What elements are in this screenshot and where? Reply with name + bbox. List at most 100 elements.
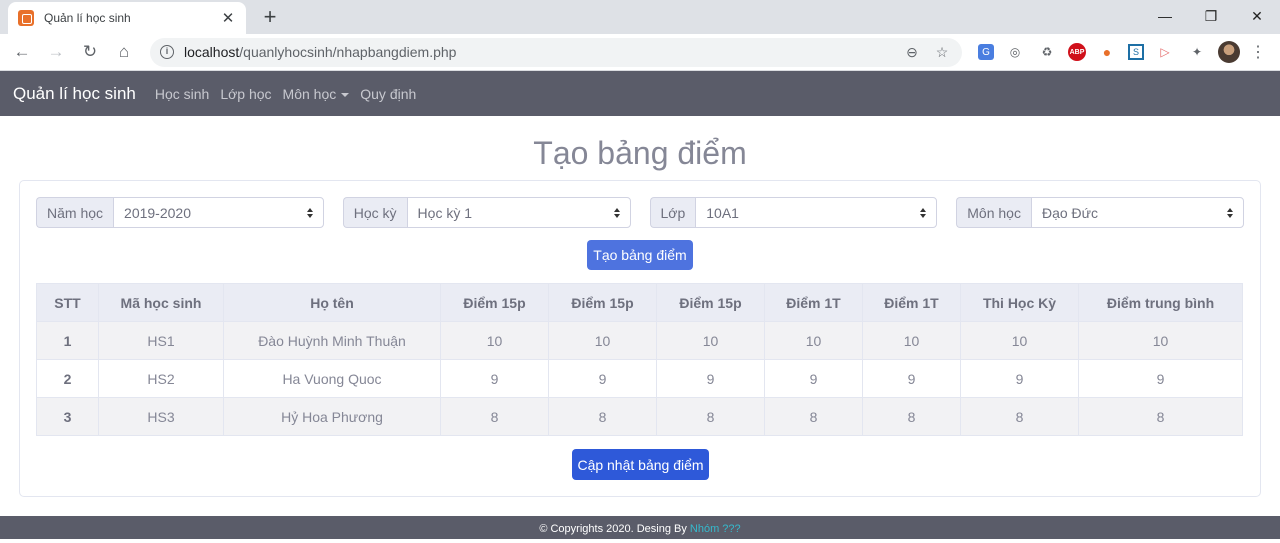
bookmark-star-icon[interactable]: ☆ <box>932 44 952 61</box>
score-card: Năm học 2019-2020 Học kỳ Học kỳ 1 Lớp 10… <box>19 180 1261 497</box>
cell-average: 9 <box>1078 359 1243 398</box>
tab-close-icon[interactable]: ✕ <box>220 9 236 27</box>
school-year-select[interactable]: 2019-2020 <box>113 197 324 228</box>
cell-score[interactable]: 8 <box>764 397 863 436</box>
tab-title: Quản lí học sinh <box>44 11 131 25</box>
col-header: STT <box>36 283 99 322</box>
back-icon[interactable]: ← <box>6 36 38 68</box>
cell-score[interactable]: 10 <box>440 321 549 360</box>
semester-select[interactable]: Học kỳ 1 <box>406 197 631 228</box>
navbar-brand[interactable]: Quản lí học sinh <box>13 84 136 104</box>
site-favicon-icon <box>18 10 34 26</box>
cell-student-id: HS1 <box>98 321 224 360</box>
col-header: Họ tên <box>223 283 441 322</box>
profile-avatar[interactable] <box>1218 41 1240 63</box>
restore-icon[interactable]: ❐ <box>1188 0 1234 32</box>
cell-stt: 1 <box>36 321 99 360</box>
table-row: 2 HS2 Ha Vuong Quoc 9 9 9 9 9 9 9 <box>36 359 1243 398</box>
hide-eye-extension-icon[interactable]: ◎ <box>1004 41 1026 63</box>
nav-link-subjects-dropdown[interactable]: Môn học <box>283 86 350 102</box>
create-scoresheet-button[interactable]: Tạo bảng điểm <box>587 240 693 270</box>
chevron-down-icon <box>341 92 350 97</box>
footer-team-link[interactable]: Nhóm ??? <box>690 523 741 535</box>
col-header: Điểm 15p <box>440 283 549 322</box>
cell-score[interactable]: 9 <box>656 359 765 398</box>
col-header: Điểm 1T <box>862 283 961 322</box>
home-icon[interactable]: ⌂ <box>108 36 140 68</box>
cell-score[interactable]: 10 <box>862 321 961 360</box>
square-extension-icon[interactable]: S <box>1128 44 1144 60</box>
fire-extension-icon[interactable]: ● <box>1096 41 1118 63</box>
address-bar[interactable]: i localhost/quanlyhocsinh/nhapbangdiem.p… <box>150 37 962 67</box>
cell-stt: 3 <box>36 397 99 436</box>
cell-score[interactable]: 10 <box>548 321 657 360</box>
subject-select[interactable]: Đạo Đức <box>1030 197 1244 228</box>
cell-score[interactable]: 8 <box>960 397 1079 436</box>
minimize-icon[interactable]: — <box>1142 0 1188 32</box>
browser-toolbar: ← → ↻ ⌂ i localhost/quanlyhocsinh/nhapba… <box>0 34 1280 71</box>
new-tab-icon[interactable]: + <box>258 4 282 30</box>
cell-student-id: HS2 <box>98 359 224 398</box>
filter-row: Năm học 2019-2020 Học kỳ Học kỳ 1 Lớp 10… <box>36 197 1244 228</box>
table-row: 3 HS3 Hỷ Hoa Phương 8 8 8 8 8 8 8 <box>36 397 1243 436</box>
footer-copyright: © Copyrights 2020. Desing By <box>539 523 690 535</box>
zoom-icon[interactable]: ⊖ <box>902 44 922 61</box>
nav-link-students[interactable]: Học sinh <box>155 86 209 102</box>
col-header: Thi Học Kỳ <box>960 283 1079 322</box>
browser-tab[interactable]: Quản lí học sinh ✕ <box>8 2 246 34</box>
select-arrows-icon <box>613 207 620 218</box>
school-year-label: Năm học <box>36 197 114 228</box>
cell-score[interactable]: 8 <box>862 397 961 436</box>
page-title: Tạo bảng điểm <box>533 135 747 171</box>
nav-link-classes[interactable]: Lớp học <box>220 86 271 102</box>
cell-name: Hỷ Hoa Phương <box>223 397 441 436</box>
cell-average: 8 <box>1078 397 1243 436</box>
col-header: Điểm 1T <box>764 283 863 322</box>
info-icon[interactable]: i <box>160 45 174 59</box>
class-select[interactable]: 10A1 <box>695 197 938 228</box>
col-header: Mã học sinh <box>98 283 224 322</box>
cell-score[interactable]: 10 <box>764 321 863 360</box>
window-controls: — ❐ ✕ <box>1142 0 1280 32</box>
school-year-group: Năm học 2019-2020 <box>36 197 324 228</box>
cell-name: Đào Huỳnh Minh Thuận <box>223 321 441 360</box>
select-arrows-icon <box>1227 207 1233 218</box>
table-row: 1 HS1 Đào Huỳnh Minh Thuận 10 10 10 10 1… <box>36 321 1243 360</box>
cell-average: 10 <box>1078 321 1243 360</box>
window-close-icon[interactable]: ✕ <box>1234 0 1280 32</box>
nav-link-rules[interactable]: Quy định <box>360 86 416 102</box>
score-table: STT Mã học sinh Họ tên Điểm 15p Điểm 15p… <box>36 283 1243 436</box>
cell-score[interactable]: 9 <box>548 359 657 398</box>
cell-score[interactable]: 8 <box>548 397 657 436</box>
cell-score[interactable]: 9 <box>960 359 1079 398</box>
adblock-extension-icon[interactable]: ABP <box>1068 43 1086 61</box>
semester-label: Học kỳ <box>342 197 407 228</box>
forward-icon[interactable]: → <box>40 36 72 68</box>
cell-score[interactable]: 9 <box>440 359 549 398</box>
update-scoresheet-button[interactable]: Cập nhật bảng điểm <box>572 449 709 480</box>
browser-menu-icon[interactable]: ⋮ <box>1250 42 1266 62</box>
cell-score[interactable]: 8 <box>440 397 549 436</box>
recycle-extension-icon[interactable]: ♻ <box>1036 41 1058 63</box>
cell-score[interactable]: 10 <box>960 321 1079 360</box>
col-header: Điểm 15p <box>656 283 765 322</box>
cell-stt: 2 <box>36 359 99 398</box>
cell-score[interactable]: 10 <box>656 321 765 360</box>
cell-score[interactable]: 8 <box>656 397 765 436</box>
browser-tabbar: Quản lí học sinh ✕ + — ❐ ✕ <box>0 0 1280 34</box>
subject-group: Môn học Đạo Đức <box>956 197 1244 228</box>
class-label: Lớp <box>649 197 696 228</box>
red-arrow-extension-icon[interactable]: ▷ <box>1154 41 1176 63</box>
class-group: Lớp 10A1 <box>649 197 938 228</box>
cell-score[interactable]: 9 <box>862 359 961 398</box>
puzzle-extensions-icon[interactable]: ✦ <box>1186 41 1208 63</box>
col-header: Điểm 15p <box>548 283 657 322</box>
footer: © Copyrights 2020. Desing By Nhóm ??? <box>0 516 1280 539</box>
translate-extension-icon[interactable]: G <box>978 44 994 60</box>
reload-icon[interactable]: ↻ <box>74 36 106 68</box>
cell-student-id: HS3 <box>98 397 224 436</box>
url-text: localhost/quanlyhocsinh/nhapbangdiem.php <box>184 44 457 60</box>
select-arrows-icon <box>306 207 313 218</box>
cell-score[interactable]: 9 <box>764 359 863 398</box>
extensions-bar: G ◎ ♻ ABP ● S ▷ ✦ ⋮ <box>978 41 1266 63</box>
